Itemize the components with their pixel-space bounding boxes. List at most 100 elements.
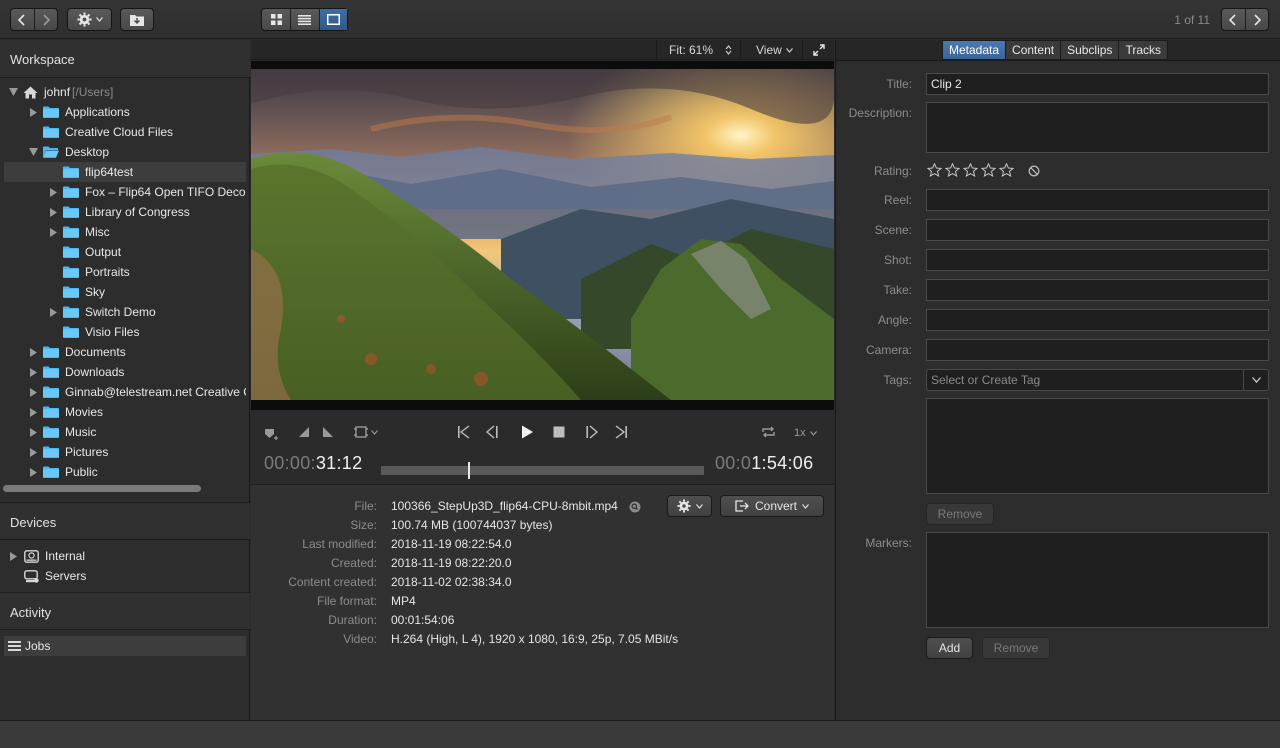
star-icon[interactable] <box>927 163 942 177</box>
title-field[interactable]: Clip 2 <box>926 73 1269 95</box>
tree-item-label: Output <box>85 245 122 259</box>
tree-item-user-home[interactable]: johnf [/Users] <box>0 82 246 102</box>
go-to-start-button[interactable] <box>457 425 471 439</box>
disclosure-collapsed-icon[interactable] <box>47 186 59 198</box>
single-view-button[interactable] <box>318 9 347 30</box>
tree-item[interactable]: Applications <box>0 102 246 122</box>
disclosure-collapsed-icon[interactable] <box>47 306 59 318</box>
loop-button[interactable] <box>761 425 776 439</box>
tree-item[interactable]: Fox – Flip64 Open TIFO Decod <box>0 182 246 202</box>
crop-menu-button[interactable] <box>354 425 378 439</box>
fullscreen-button[interactable] <box>802 40 834 60</box>
activity-item-jobs[interactable]: Jobs <box>4 636 246 656</box>
playhead[interactable] <box>468 462 470 479</box>
star-icon[interactable] <box>963 163 978 177</box>
metadata-field-input[interactable] <box>926 189 1269 211</box>
view-menu[interactable]: View <box>740 40 802 60</box>
metadata-field-input[interactable] <box>926 279 1269 301</box>
tags-combobox[interactable]: Select or Create Tag <box>926 369 1269 391</box>
metadata-field-input[interactable] <box>926 339 1269 361</box>
tab-metadata[interactable]: Metadata <box>942 40 1007 60</box>
step-back-button[interactable] <box>485 425 499 439</box>
remove-tag-button[interactable]: Remove <box>926 503 994 525</box>
tree-item[interactable]: Output <box>0 242 246 262</box>
tree-item-label: Movies <box>65 405 104 419</box>
forward-button[interactable] <box>33 9 57 30</box>
disclosure-collapsed-icon[interactable] <box>27 466 39 478</box>
horizontal-scrollbar[interactable] <box>3 485 201 492</box>
list-view-button[interactable] <box>290 9 318 30</box>
tree-item[interactable]: Visio Files <box>0 322 246 342</box>
metadata-field-input[interactable] <box>926 249 1269 271</box>
tab-content[interactable]: Content <box>1006 40 1062 60</box>
grid-view-button[interactable] <box>262 9 290 30</box>
tab-tracks[interactable]: Tracks <box>1119 40 1168 60</box>
tree-item[interactable]: Switch Demo <box>0 302 246 322</box>
reveal-file-icon[interactable] <box>629 501 641 513</box>
tree-item[interactable]: Ginnab@telestream.net Creative C <box>0 382 246 402</box>
add-marker-button[interactable] <box>264 425 280 441</box>
tree-item[interactable]: Pictures <box>0 442 246 462</box>
device-item-servers[interactable]: Servers <box>0 566 246 586</box>
tree-item[interactable]: Portraits <box>0 262 246 282</box>
tree-item[interactable]: Misc <box>0 222 246 242</box>
tree-item[interactable]: Library of Congress <box>0 202 246 222</box>
tree-item[interactable]: Public <box>0 462 246 482</box>
play-button[interactable] <box>520 425 534 439</box>
tree-item[interactable]: Desktop <box>0 142 246 162</box>
star-icon[interactable] <box>981 163 996 177</box>
disclosure-collapsed-icon[interactable] <box>27 366 39 378</box>
import-button[interactable] <box>120 8 154 31</box>
disclosure-collapsed-icon[interactable] <box>27 426 39 438</box>
description-field[interactable] <box>926 102 1269 153</box>
tree-item[interactable]: Sky <box>0 282 246 302</box>
convert-button[interactable]: Convert <box>720 495 824 517</box>
tags-list[interactable] <box>926 398 1269 494</box>
disclosure-expanded-icon[interactable] <box>27 146 39 158</box>
metadata-field-input[interactable] <box>926 309 1269 331</box>
disclosure-collapsed-icon[interactable] <box>47 206 59 218</box>
tree-item[interactable]: Documents <box>0 342 246 362</box>
back-button[interactable] <box>11 9 34 30</box>
disclosure-collapsed-icon[interactable] <box>27 386 39 398</box>
metadata-field-label: Angle: <box>877 313 912 327</box>
disclosure-collapsed-icon[interactable] <box>27 106 39 118</box>
speed-label: 1x <box>794 427 806 439</box>
settings-menu-button[interactable] <box>67 8 112 31</box>
remove-marker-button[interactable]: Remove <box>982 637 1050 659</box>
previous-item-button[interactable] <box>1222 9 1245 30</box>
tags-dropdown-button[interactable] <box>1243 370 1268 390</box>
go-to-end-button[interactable] <box>614 425 628 439</box>
file-info-row: Content created: 2018-11-02 02:38:34.0 <box>251 575 834 594</box>
clear-rating-icon[interactable] <box>1028 165 1040 177</box>
disclosure-expanded-icon[interactable] <box>7 86 19 98</box>
add-marker-button-panel[interactable]: Add <box>926 637 973 659</box>
file-actions-menu-button[interactable] <box>667 495 712 517</box>
star-icon[interactable] <box>999 163 1014 177</box>
tree-item[interactable]: Downloads <box>0 362 246 382</box>
zoom-fit-select[interactable]: Fit: 61% <box>656 40 740 60</box>
tree-item[interactable]: Music <box>0 422 246 442</box>
tab-subclips[interactable]: Subclips <box>1061 40 1120 60</box>
tree-item[interactable]: flip64test <box>4 162 246 182</box>
markers-list[interactable] <box>926 532 1269 628</box>
disclosure-collapsed-icon[interactable] <box>27 346 39 358</box>
file-info-value: MP4 <box>391 594 416 608</box>
metadata-field-input[interactable] <box>926 219 1269 241</box>
disclosure-collapsed-icon[interactable] <box>27 406 39 418</box>
tree-item[interactable]: Creative Cloud Files <box>0 122 246 142</box>
mark-out-button[interactable] <box>322 425 334 439</box>
tree-item[interactable]: Movies <box>0 402 246 422</box>
next-item-button[interactable] <box>1244 9 1268 30</box>
star-icon[interactable] <box>945 163 960 177</box>
disclosure-collapsed-icon[interactable] <box>27 446 39 458</box>
stop-button[interactable] <box>552 425 566 439</box>
disclosure-collapsed-icon[interactable] <box>47 226 59 238</box>
video-viewer[interactable] <box>251 61 834 410</box>
playback-speed-menu[interactable]: 1x <box>794 427 817 439</box>
step-forward-button[interactable] <box>585 425 599 439</box>
mark-in-button[interactable] <box>298 425 310 439</box>
scrub-bar[interactable] <box>381 466 704 475</box>
device-item-internal[interactable]: Internal <box>0 546 246 566</box>
disclosure-collapsed-icon[interactable] <box>7 550 19 562</box>
